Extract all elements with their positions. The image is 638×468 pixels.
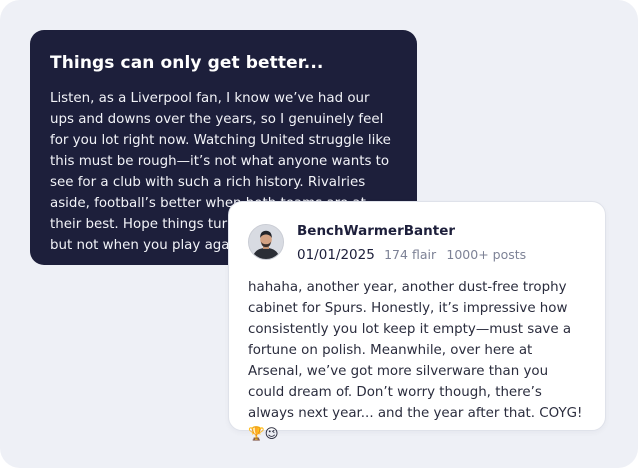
user-meta: BenchWarmerBanter 01/01/2025 174 flair 1… xyxy=(297,221,526,264)
reply-header: BenchWarmerBanter 01/01/2025 174 flair 1… xyxy=(248,221,587,264)
reply-body: hahaha, another year, another dust-free … xyxy=(248,280,583,442)
post-title: Things can only get better... xyxy=(50,53,324,73)
post-count: 1000+ posts xyxy=(446,247,527,262)
post-date: 01/01/2025 xyxy=(297,247,375,263)
page-canvas: Things can only get better... Listen, as… xyxy=(0,0,638,468)
flair-count: 174 flair xyxy=(384,247,437,262)
username[interactable]: BenchWarmerBanter xyxy=(297,222,526,241)
reply-card[interactable]: BenchWarmerBanter 01/01/2025 174 flair 1… xyxy=(228,201,606,442)
meta-line: 01/01/2025 174 flair 1000+ posts xyxy=(297,246,526,264)
user-avatar-icon xyxy=(249,225,283,259)
avatar[interactable] xyxy=(248,224,284,260)
